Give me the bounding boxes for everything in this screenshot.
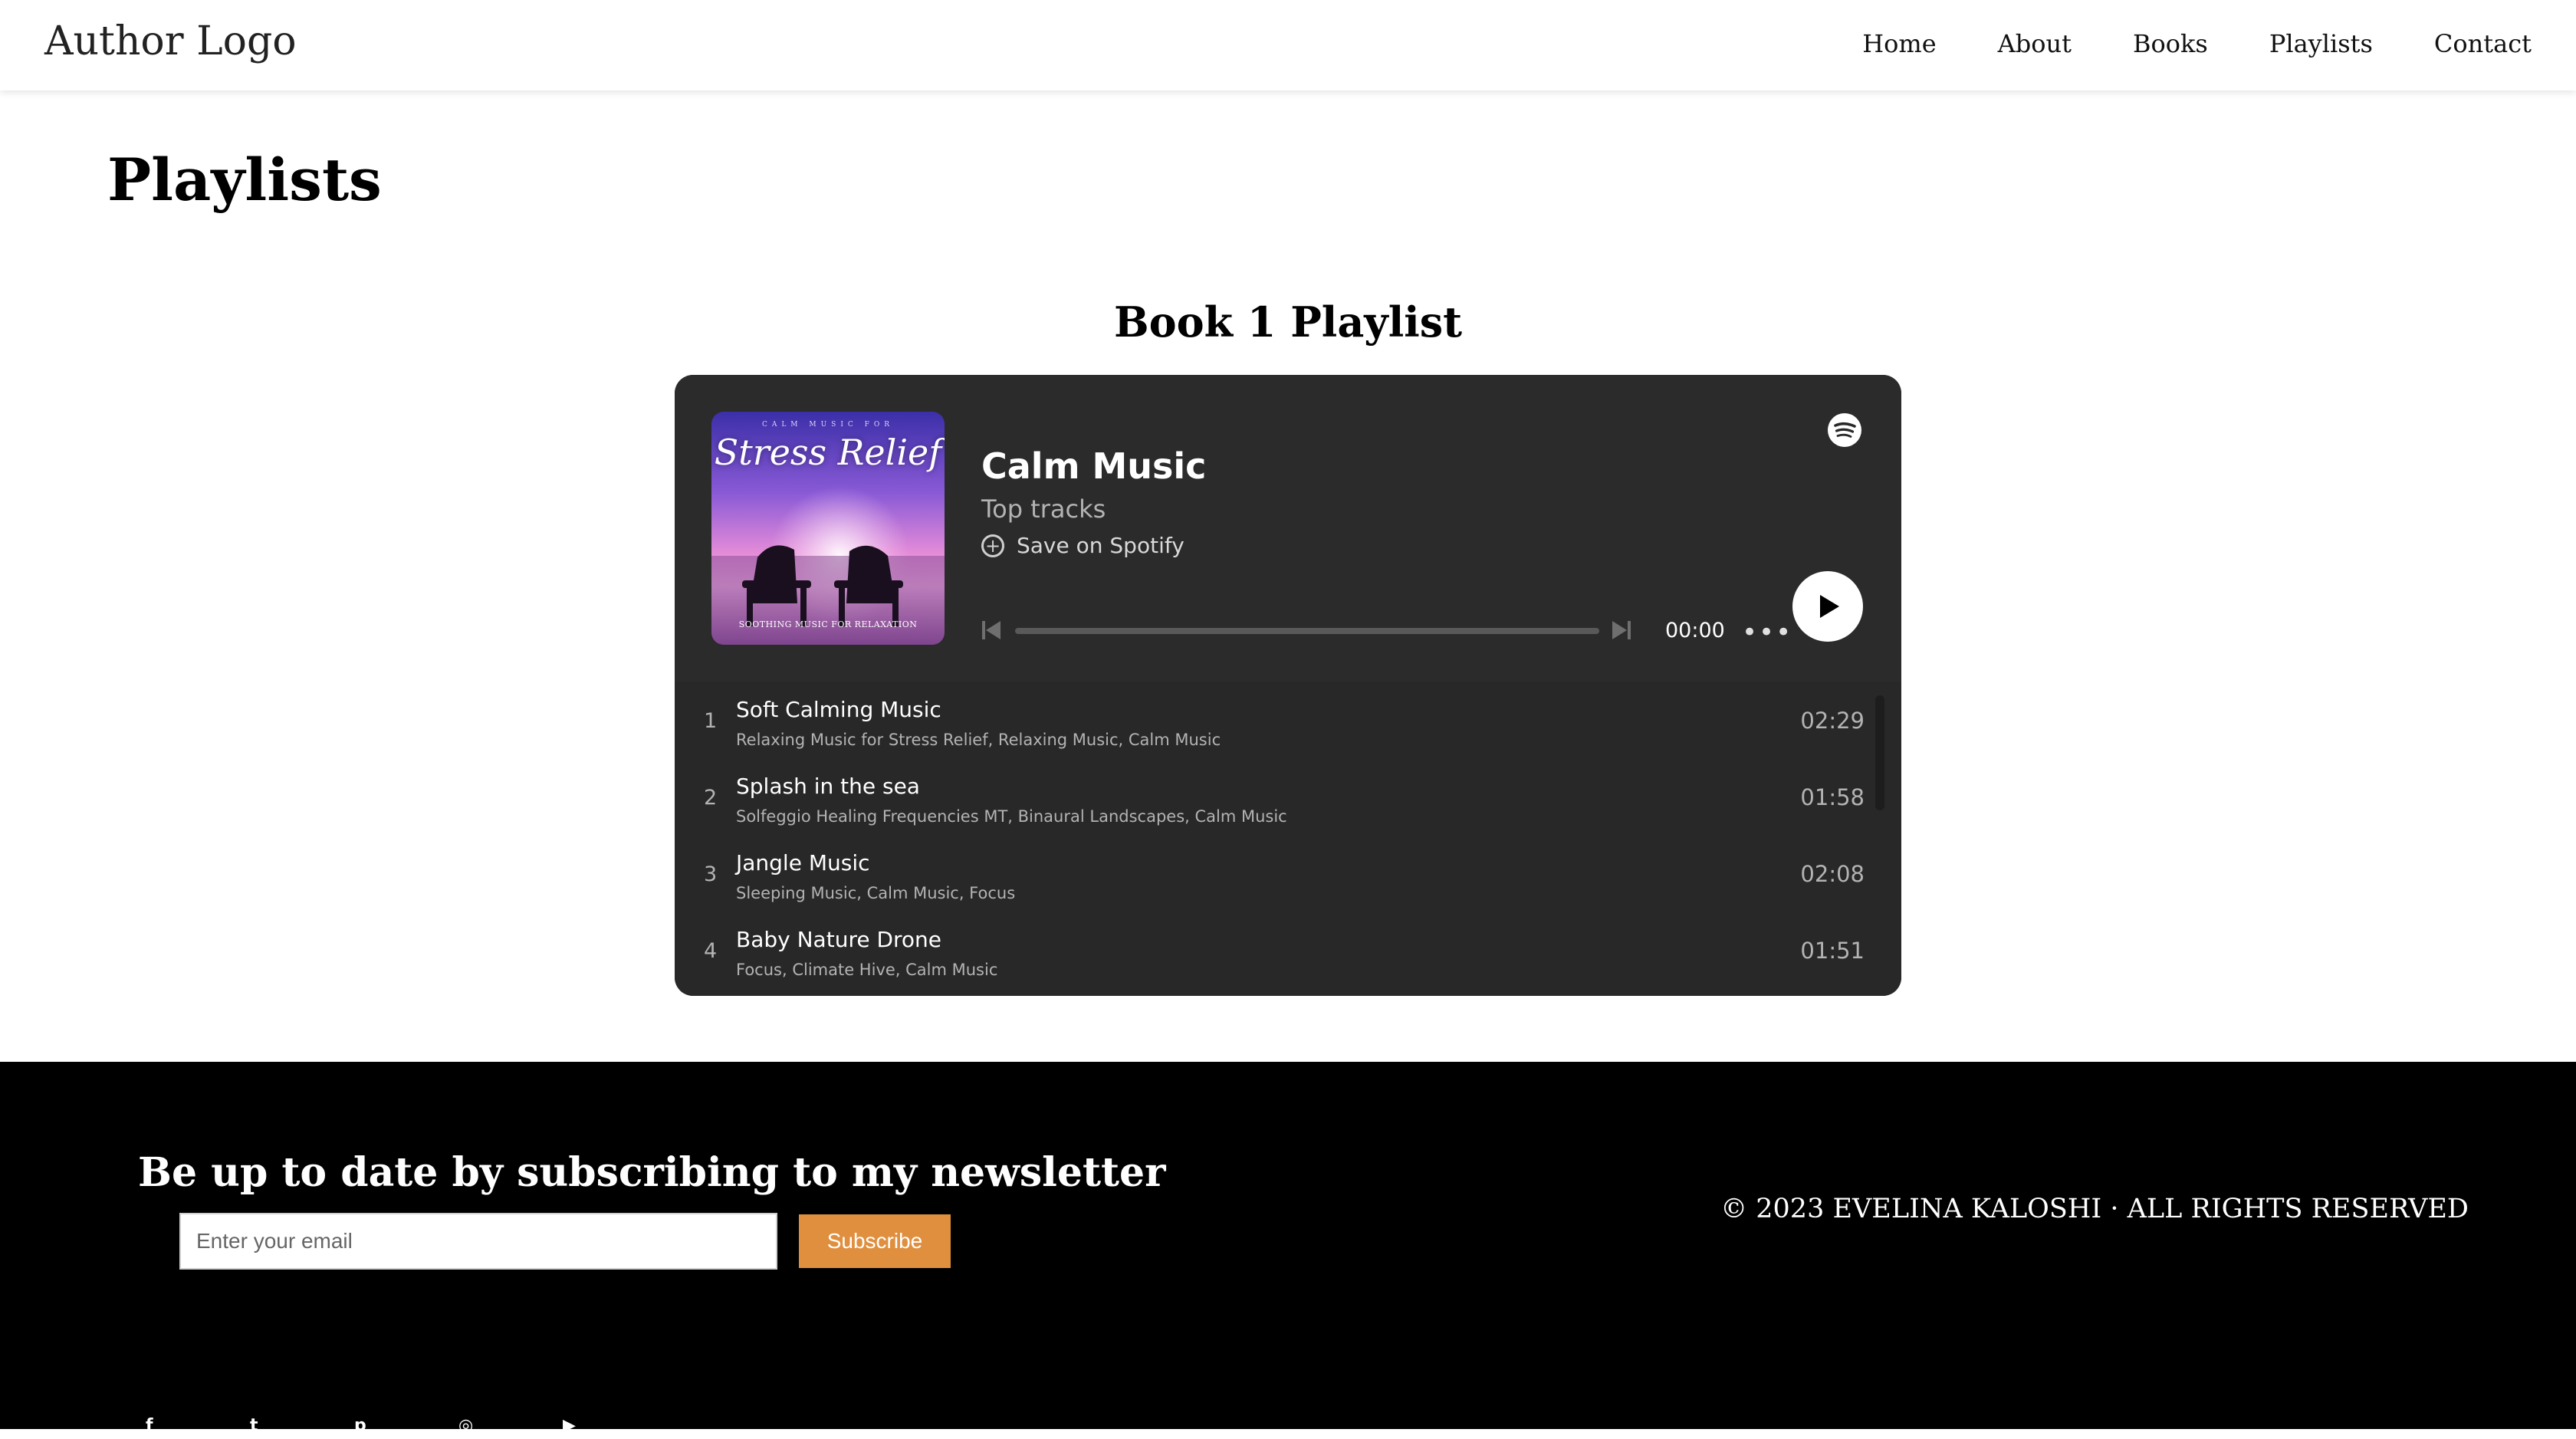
track-duration: 01:58 bbox=[1800, 784, 1865, 810]
track-row[interactable]: 1 Soft Calming Music Relaxing Music for … bbox=[675, 682, 1871, 758]
track-artists: Focus, Climate Hive, Calm Music bbox=[736, 961, 998, 979]
play-icon bbox=[1820, 595, 1839, 618]
newsletter-title: Be up to date by subscribing to my newsl… bbox=[138, 1149, 1166, 1196]
track-list: 1 Soft Calming Music Relaxing Music for … bbox=[675, 682, 1901, 996]
plus-circle-icon: + bbox=[981, 534, 1004, 557]
track-artists: Sleeping Music, Calm Music, Focus bbox=[736, 884, 1016, 902]
track-row[interactable]: 4 Baby Nature Drone Focus, Climate Hive,… bbox=[675, 912, 1871, 988]
track-number: 2 bbox=[704, 786, 718, 810]
email-field[interactable] bbox=[179, 1213, 777, 1270]
site-footer: Be up to date by subscribing to my newsl… bbox=[0, 1062, 2576, 1435]
playlist-subtitle: Top tracks bbox=[981, 494, 1106, 524]
track-title: Jangle Music bbox=[736, 850, 870, 876]
nav-playlists[interactable]: Playlists bbox=[2269, 29, 2373, 58]
playlist-title[interactable]: Calm Music bbox=[981, 445, 1206, 487]
track-list-scrollbar[interactable] bbox=[1875, 695, 1884, 810]
pinterest-icon[interactable]: p bbox=[354, 1416, 385, 1439]
cover-caption: SOOTHING MUSIC FOR RELAXATION bbox=[738, 619, 918, 629]
track-number: 4 bbox=[704, 939, 718, 963]
instagram-icon[interactable]: ◎ bbox=[458, 1416, 489, 1439]
play-button[interactable] bbox=[1792, 571, 1863, 642]
cover-top-text: CALM MUSIC FOR bbox=[761, 421, 895, 429]
track-title: Baby Nature Drone bbox=[736, 927, 942, 952]
cover-title: Stress Relief bbox=[714, 432, 942, 473]
progress-bar[interactable] bbox=[1015, 628, 1599, 634]
nav-about[interactable]: About bbox=[1998, 29, 2072, 58]
copyright-text: © 2023 EVELINA KALOSHI · ALL RIGHTS RESE… bbox=[1720, 1194, 2469, 1224]
spotify-embed: CALM MUSIC FOR Stress Relief SOOTHING MU… bbox=[675, 375, 1901, 996]
track-title: Soft Calming Music bbox=[736, 697, 941, 722]
track-row[interactable]: 3 Jangle Music Sleeping Music, Calm Musi… bbox=[675, 835, 1871, 912]
facebook-icon[interactable]: f bbox=[146, 1416, 176, 1439]
album-cover[interactable]: CALM MUSIC FOR Stress Relief SOOTHING MU… bbox=[711, 412, 945, 645]
track-artists: Relaxing Music for Stress Relief, Relaxi… bbox=[736, 731, 1221, 749]
youtube-icon[interactable]: ▶ bbox=[563, 1416, 593, 1439]
track-number: 3 bbox=[704, 862, 718, 886]
track-number: 1 bbox=[704, 709, 718, 733]
skip-previous-icon[interactable] bbox=[980, 619, 1003, 642]
player-header: CALM MUSIC FOR Stress Relief SOOTHING MU… bbox=[675, 375, 1901, 682]
spotify-icon[interactable] bbox=[1826, 412, 1863, 448]
track-duration: 02:29 bbox=[1800, 708, 1865, 734]
track-title: Splash in the sea bbox=[736, 774, 920, 799]
nav-books[interactable]: Books bbox=[2133, 29, 2208, 58]
main-nav: Home About Books Playlists Contact bbox=[1862, 29, 2532, 58]
nav-contact[interactable]: Contact bbox=[2434, 29, 2532, 58]
page-title: Playlists bbox=[107, 146, 382, 214]
save-label: Save on Spotify bbox=[1017, 533, 1184, 558]
social-links: f t p ◎ ▶ bbox=[146, 1416, 593, 1439]
more-icon[interactable]: ••• bbox=[1742, 617, 1792, 648]
skip-next-icon[interactable] bbox=[1610, 619, 1633, 642]
nav-home[interactable]: Home bbox=[1862, 29, 1936, 58]
track-row[interactable]: 2 Splash in the sea Solfeggio Healing Fr… bbox=[675, 758, 1871, 835]
playlist-section-title: Book 1 Playlist bbox=[1113, 297, 1463, 347]
track-artists: Solfeggio Healing Frequencies MT, Binaur… bbox=[736, 807, 1287, 826]
track-duration: 02:08 bbox=[1800, 861, 1865, 887]
playback-time: 00:00 bbox=[1665, 619, 1725, 642]
twitter-icon[interactable]: t bbox=[250, 1416, 281, 1439]
track-duration: 01:51 bbox=[1800, 938, 1865, 964]
subscribe-button[interactable]: Subscribe bbox=[799, 1214, 951, 1268]
site-header: Author Logo Home About Books Playlists C… bbox=[0, 0, 2576, 90]
save-on-spotify-button[interactable]: + Save on Spotify bbox=[981, 533, 1184, 558]
site-logo[interactable]: Author Logo bbox=[44, 18, 297, 64]
